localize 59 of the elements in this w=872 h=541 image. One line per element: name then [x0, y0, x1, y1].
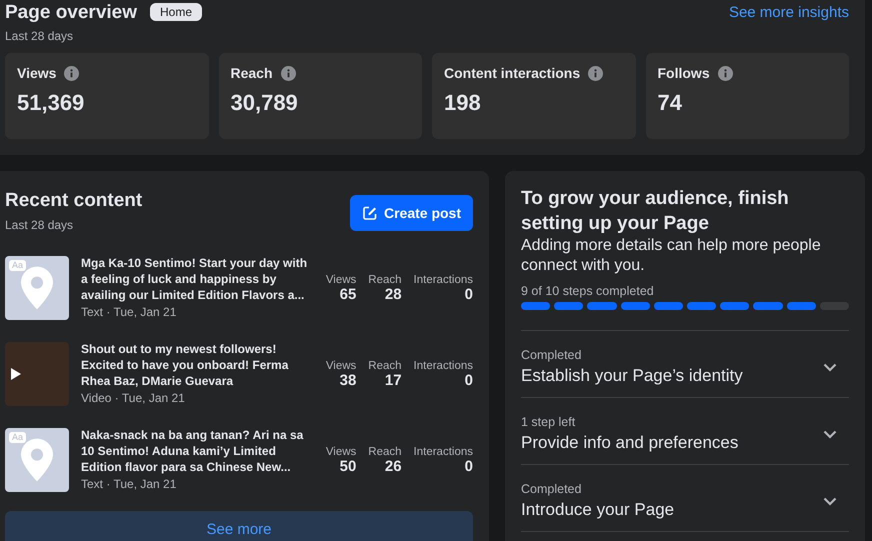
play-icon: [11, 368, 21, 380]
metric-label: Views: [326, 446, 356, 458]
post-meta: Video · Tue, Jan 21: [81, 390, 186, 407]
tooltip: Home: [150, 3, 202, 21]
metric-value: 0: [464, 372, 473, 388]
insights-link[interactable]: See more insights: [728, 1, 849, 25]
metric-value: 0: [464, 458, 473, 474]
stat-label: Reach: [230, 65, 273, 81]
section-subtitle: Last 28 days: [5, 217, 74, 234]
text-post-badge: Aa: [9, 260, 26, 271]
info-icon[interactable]: [64, 66, 80, 80]
info-icon[interactable]: [718, 66, 733, 80]
location-pin-icon: [21, 266, 53, 310]
edit-icon: [362, 205, 378, 221]
metric-label: Interactions: [414, 274, 473, 286]
chevron-icon: [823, 496, 837, 506]
stat-label: Content interactions: [444, 65, 580, 81]
stat-label: Views: [17, 65, 56, 81]
post-title[interactable]: Naka-snack na ba ang tanan? Ari na sa 10 Sentimo! Aduna kami’y Limited Edition flavor para sa Chinese New...: [81, 427, 313, 475]
metric-label: Reach: [368, 274, 402, 286]
chevron-icon: [823, 430, 837, 438]
progress-label: 9 of 10 steps completed: [521, 284, 655, 298]
post-meta: Text · Tue, Jan 21: [81, 304, 178, 321]
post-meta: Text · Tue, Jan 21: [81, 476, 178, 493]
section-title: Page overview: [5, 1, 138, 25]
metric-label: Reach: [368, 360, 402, 372]
metric-label: Interactions: [414, 446, 473, 458]
stat-value: 74: [658, 90, 683, 116]
setup-step-item[interactable]: Completed Establish your Page’s identity: [521, 331, 849, 398]
post-title[interactable]: Mga Ka-10 Sentimo! Start your day with a feeling of luck and happiness by availing our Limited Edition Flavors a...: [81, 255, 313, 303]
create-post-button[interactable]: Create post: [350, 195, 473, 231]
info-icon[interactable]: [588, 66, 604, 80]
stat-value: 198: [444, 90, 482, 116]
location-pin-icon: [21, 438, 53, 482]
see-more-button[interactable]: See more: [5, 511, 473, 541]
text-post-badge: Aa: [9, 432, 26, 443]
stat-value: 30,789: [230, 90, 299, 116]
info-icon[interactable]: [280, 66, 296, 80]
setup-step-item[interactable]: Completed Introduce your Page: [521, 465, 849, 532]
metric-value: 28: [384, 286, 402, 302]
metric-value: 65: [340, 286, 356, 302]
metric-label: Views: [326, 360, 356, 372]
metric-label: Views: [326, 274, 356, 286]
metric-value: 50: [340, 458, 356, 474]
stat-label: Follows: [658, 65, 710, 81]
post-title[interactable]: Shout out to my newest followers! Excited to have you onboard! Ferma Rhea Baz, DMarie Guevara: [81, 341, 313, 389]
setup-title: To grow your audience, finish setting up your Page: [521, 187, 790, 236]
metric-label: Interactions: [414, 360, 473, 372]
setup-description: Adding more details can help more people connect with you.: [521, 236, 822, 276]
metric-value: 26: [384, 458, 402, 474]
metric-value: 38: [340, 372, 356, 388]
chevron-icon: [823, 362, 837, 372]
metric-value: 17: [384, 372, 402, 388]
section-title: Recent content: [5, 189, 142, 213]
setup-step-item[interactable]: 1 step left Provide info and preferences: [521, 398, 849, 465]
section-subtitle: Last 28 days: [5, 28, 74, 45]
stat-value: 51,369: [17, 90, 86, 116]
metric-value: 0: [464, 286, 473, 302]
metric-label: Reach: [368, 446, 402, 458]
